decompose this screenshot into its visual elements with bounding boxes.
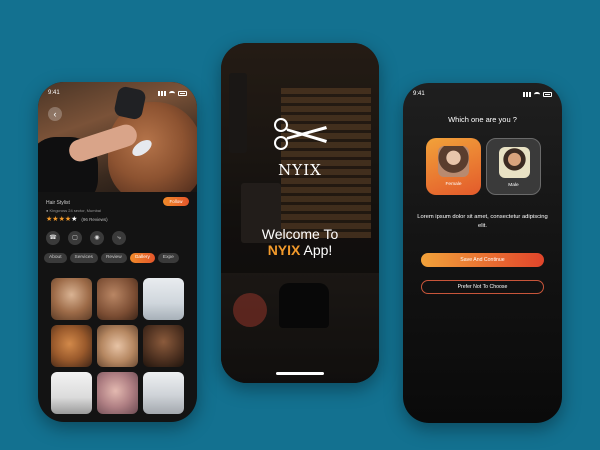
profile-phone: 9:41 ‹ Hair Stylist Follow ● Kingcross 2… — [38, 82, 197, 422]
status-bar: 9:41 — [48, 88, 187, 98]
prefer-not-to-choose-button[interactable]: Prefer Not To Choose — [421, 280, 544, 294]
status-time: 9:41 — [48, 90, 60, 96]
chat-icon[interactable]: ▢ — [68, 231, 82, 245]
home-indicator — [276, 372, 324, 375]
phone-icon[interactable]: ☎ — [46, 231, 60, 245]
gallery-photo[interactable] — [143, 325, 184, 367]
stylist-address: ● Kingcross 24 sector, Mumbai — [46, 208, 101, 213]
male-option-label: Male — [508, 183, 519, 188]
welcome-title-line2: NYIX App! — [267, 242, 333, 258]
tab-gallery[interactable]: Gallery — [129, 253, 155, 263]
gallery-grid — [51, 278, 184, 414]
contact-actions: ☎ ▢ ◉ ⤷ — [46, 231, 126, 245]
gallery-photo[interactable] — [51, 278, 92, 320]
location-pin-icon: ● — [46, 208, 49, 213]
status-bar: 9:41 — [413, 89, 552, 99]
status-icons — [523, 91, 552, 97]
gallery-photo[interactable] — [97, 325, 138, 367]
male-avatar — [499, 147, 530, 178]
gallery-photo[interactable] — [97, 372, 138, 414]
battery-icon — [543, 91, 552, 97]
profile-tabs: About Services Review Gallery Expe — [44, 253, 179, 263]
tab-review[interactable]: Review — [100, 253, 127, 263]
rating-stars: ★★★★★ — [46, 215, 77, 223]
rating: ★★★★★ (96 Reviews) — [46, 215, 108, 223]
gender-question: Which one are you ? — [448, 115, 517, 124]
review-count: (96 Reviews) — [81, 216, 108, 222]
gallery-photo[interactable] — [51, 372, 92, 414]
follow-button[interactable]: Follow — [163, 197, 189, 206]
back-arrow-icon[interactable]: ‹ — [48, 107, 62, 121]
welcome-phone: NYIX Welcome To NYIX App! — [221, 43, 379, 383]
description-text: Lorem ipsum dolor sit amet, consectetur … — [417, 214, 548, 229]
wifi-icon — [169, 90, 175, 96]
wifi-icon — [534, 91, 540, 97]
stylist-role: Hair Stylist — [46, 200, 70, 206]
scissors-logo-icon — [274, 118, 327, 150]
save-and-continue-button[interactable]: Save And Continue — [421, 253, 544, 267]
signal-icon — [158, 90, 166, 96]
tab-about[interactable]: About — [44, 253, 67, 263]
gallery-photo[interactable] — [97, 278, 138, 320]
gender-select-phone: 9:41 Which one are you ? Female Male Lor… — [403, 83, 562, 423]
signal-icon — [523, 91, 531, 97]
battery-icon — [178, 90, 187, 96]
location-pin-icon[interactable]: ◉ — [90, 231, 104, 245]
welcome-title-line1: Welcome To — [261, 226, 339, 242]
gallery-photo[interactable] — [51, 325, 92, 367]
status-time: 9:41 — [413, 91, 425, 97]
male-option-card[interactable]: Male — [486, 138, 541, 195]
tab-expe[interactable]: Expe — [157, 253, 179, 263]
tab-services[interactable]: Services — [69, 253, 98, 263]
status-icons — [158, 90, 187, 96]
gallery-photo[interactable] — [143, 278, 184, 320]
share-icon[interactable]: ⤷ — [112, 231, 126, 245]
barbershop-background-photo — [221, 43, 379, 383]
female-option-label: Female — [445, 182, 462, 187]
female-option-card[interactable]: Female — [426, 138, 481, 195]
brand-logo-text: NYIX — [278, 161, 322, 179]
welcome-brand-accent: NYIX — [267, 242, 301, 258]
gallery-photo[interactable] — [143, 372, 184, 414]
stylist-hero-photo — [38, 82, 197, 192]
star-icon: ★ — [71, 216, 78, 223]
female-avatar — [438, 146, 469, 177]
